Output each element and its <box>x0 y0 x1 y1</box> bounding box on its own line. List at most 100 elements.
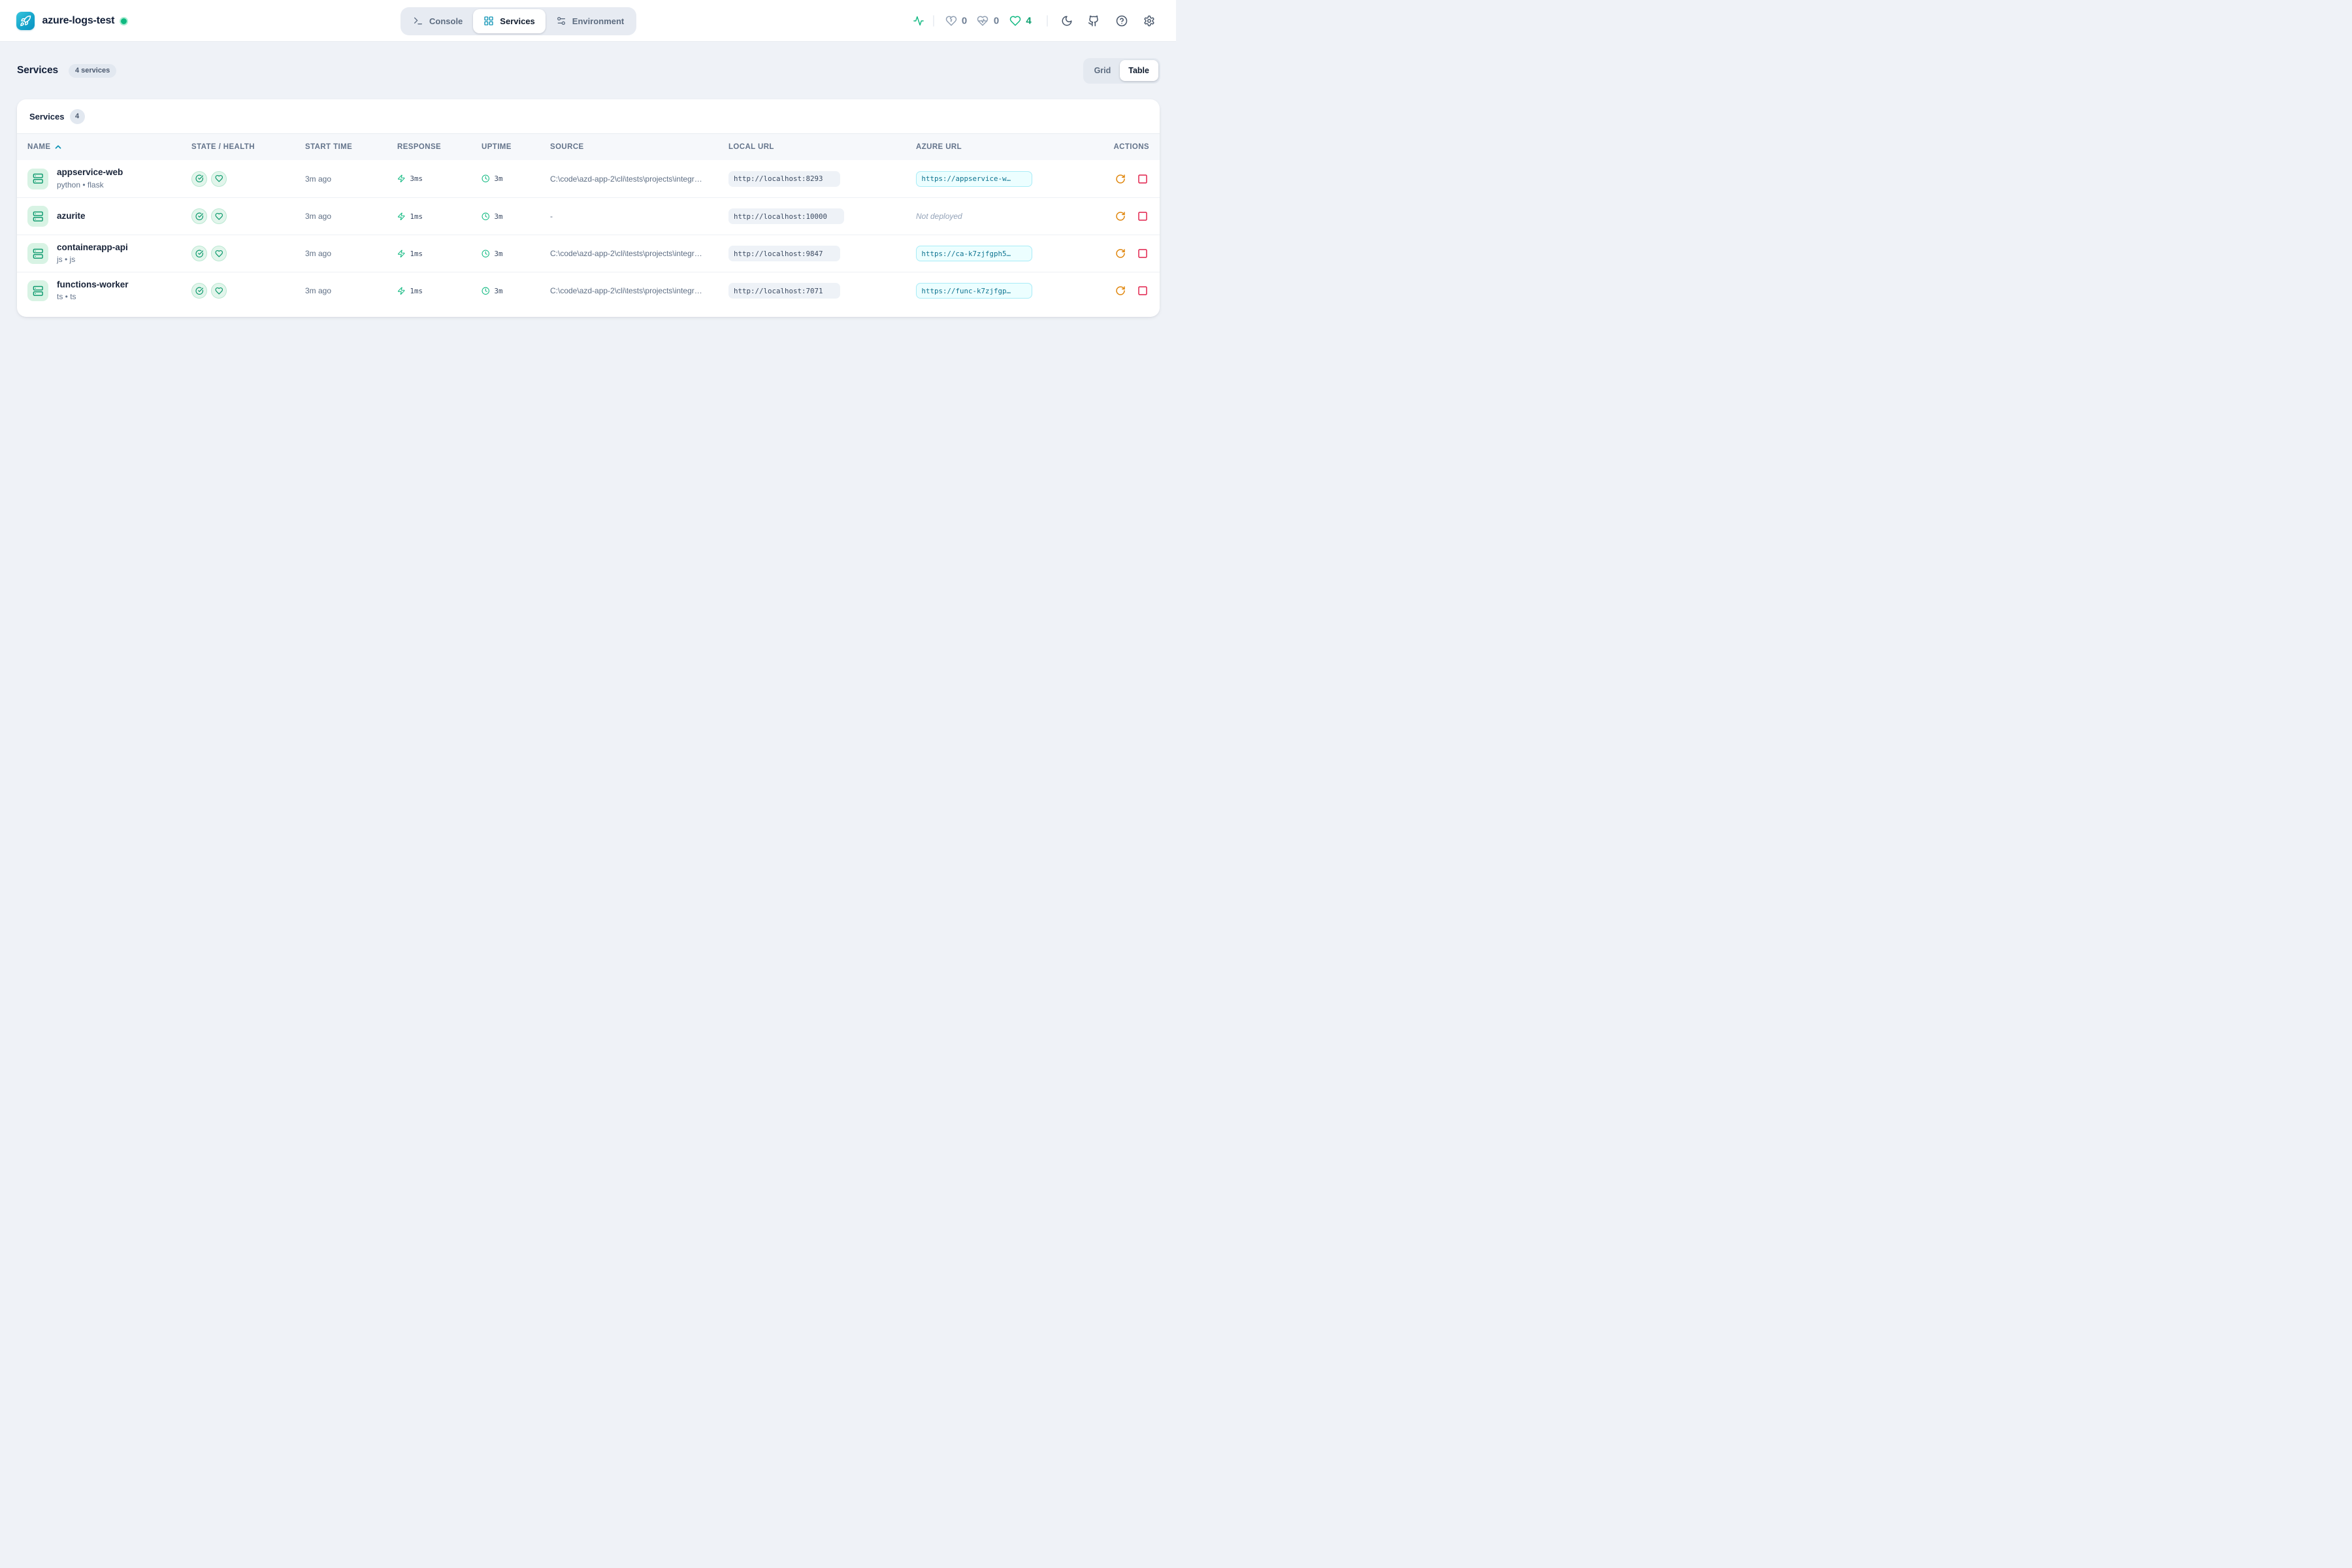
column-azure-url[interactable]: AZURE URL <box>916 143 1077 151</box>
grid-view-button[interactable]: Grid <box>1085 60 1120 81</box>
page-title: Services <box>17 65 58 76</box>
tab-services[interactable]: Services <box>473 9 546 33</box>
uptime-cell: 3m <box>482 174 550 183</box>
source-cell: C:\code\azd-app-2\cli\tests\projects\int… <box>550 286 728 295</box>
header-actions: 0 0 4 <box>902 0 1176 42</box>
service-subtitle: js • js <box>57 255 128 264</box>
service-icon <box>27 280 48 301</box>
local-url-chip[interactable]: http://localhost:7071 <box>728 283 840 299</box>
restart-service-button[interactable] <box>1114 247 1127 260</box>
stop-service-button[interactable] <box>1136 284 1149 297</box>
stop-icon <box>1137 174 1148 184</box>
github-button[interactable] <box>1085 12 1102 29</box>
moon-icon <box>1061 15 1073 27</box>
start-time-cell: 3m ago <box>305 249 397 258</box>
azure-url-cell: https://ca-k7zjfgph5… <box>916 246 1077 261</box>
restart-service-button[interactable] <box>1114 172 1127 186</box>
restart-icon <box>1115 211 1126 221</box>
azure-url-link[interactable]: https://ca-k7zjfgph5… <box>916 246 1032 261</box>
column-local-url[interactable]: LOCAL URL <box>728 143 916 151</box>
service-cell: azurite <box>27 206 191 227</box>
service-subtitle: ts • ts <box>57 292 129 301</box>
health-badge <box>211 246 227 261</box>
page-head: Services 4 services Grid Table <box>0 42 1176 99</box>
table-header: NAME STATE / HEALTH START TIME RESPONSE … <box>17 134 1160 160</box>
service-row: azurite 3m ago 1ms 3m - http://localhost… <box>17 197 1160 235</box>
stop-service-button[interactable] <box>1136 172 1149 186</box>
column-uptime[interactable]: UPTIME <box>482 143 550 151</box>
column-start-time[interactable]: START TIME <box>305 143 397 151</box>
server-icon <box>33 286 44 297</box>
restart-icon <box>1115 248 1126 259</box>
local-url-chip[interactable]: http://localhost:9847 <box>728 246 840 261</box>
table-view-button[interactable]: Table <box>1120 60 1158 81</box>
service-text: azurite <box>57 212 86 221</box>
restart-icon <box>1115 174 1126 184</box>
degraded-count: 0 <box>994 16 999 27</box>
divider <box>1047 16 1048 27</box>
service-icon <box>27 169 48 189</box>
stop-service-button[interactable] <box>1136 210 1149 223</box>
azure-url-link[interactable]: https://appservice-w… <box>916 171 1032 187</box>
services-count-badge: 4 services <box>69 64 116 78</box>
tab-environment[interactable]: Environment <box>546 9 634 33</box>
service-row: functions-worker ts • ts 3m ago 1ms 3m C… <box>17 272 1160 309</box>
help-button[interactable] <box>1113 12 1130 29</box>
service-text: containerapp-api js • js <box>57 243 128 264</box>
server-icon <box>33 211 44 222</box>
column-source[interactable]: SOURCE <box>550 143 728 151</box>
response-cell: 3ms <box>397 174 482 183</box>
view-toggle: Grid Table <box>1083 58 1160 84</box>
activity-icon <box>913 16 924 27</box>
tab-environment-label: Environment <box>572 16 624 26</box>
column-name[interactable]: NAME <box>27 142 191 152</box>
restart-service-button[interactable] <box>1114 284 1127 297</box>
state-health-cell <box>191 171 305 187</box>
state-running-badge <box>191 246 207 261</box>
unhealthy-stat-icon-wrap <box>943 12 960 29</box>
stop-service-button[interactable] <box>1136 247 1149 260</box>
table-body: appservice-web python • flask 3m ago 3ms… <box>17 160 1160 317</box>
local-url-cell: http://localhost:7071 <box>728 283 916 299</box>
actions-cell <box>1077 210 1149 223</box>
service-text: appservice-web python • flask <box>57 168 123 189</box>
healthy-count: 4 <box>1026 16 1031 27</box>
degraded-stat-icon-wrap <box>974 12 991 29</box>
tab-console[interactable]: Console <box>402 9 473 33</box>
response-cell: 1ms <box>397 250 482 258</box>
settings-2-icon <box>556 16 566 26</box>
clock-icon <box>482 287 490 295</box>
local-url-chip[interactable]: http://localhost:8293 <box>728 171 840 187</box>
state-health-cell <box>191 283 305 299</box>
restart-service-button[interactable] <box>1114 210 1127 223</box>
uptime-value: 3m <box>495 212 503 221</box>
local-url-chip[interactable]: http://localhost:10000 <box>728 208 844 224</box>
start-time-cell: 3m ago <box>305 286 397 295</box>
azure-url-cell: https://func-k7zjfgp… <box>916 283 1077 299</box>
help-icon <box>1116 15 1128 27</box>
settings-button[interactable] <box>1141 12 1158 29</box>
theme-toggle-button[interactable] <box>1058 12 1075 29</box>
uptime-cell: 3m <box>482 287 550 295</box>
status-dot <box>121 18 127 24</box>
azure-url-link[interactable]: https://func-k7zjfgp… <box>916 283 1032 299</box>
health-badge <box>211 208 227 224</box>
check-circle-icon <box>195 174 204 183</box>
column-response[interactable]: RESPONSE <box>397 143 482 151</box>
state-running-badge <box>191 208 207 224</box>
clock-icon <box>482 174 490 183</box>
response-value: 1ms <box>410 212 423 221</box>
service-name: functions-worker <box>57 280 129 290</box>
heart-icon <box>215 212 223 221</box>
state-running-badge <box>191 283 207 299</box>
server-icon <box>33 248 44 259</box>
clock-icon <box>482 250 490 258</box>
card-count-badge: 4 <box>70 109 85 124</box>
azure-url-cell: https://appservice-w… <box>916 171 1077 187</box>
start-time-cell: 3m ago <box>305 174 397 184</box>
service-row: containerapp-api js • js 3m ago 1ms 3m C… <box>17 235 1160 272</box>
activity-button[interactable] <box>911 13 927 29</box>
local-url-cell: http://localhost:9847 <box>728 246 916 261</box>
column-state-health[interactable]: STATE / HEALTH <box>191 143 305 151</box>
actions-cell <box>1077 247 1149 260</box>
